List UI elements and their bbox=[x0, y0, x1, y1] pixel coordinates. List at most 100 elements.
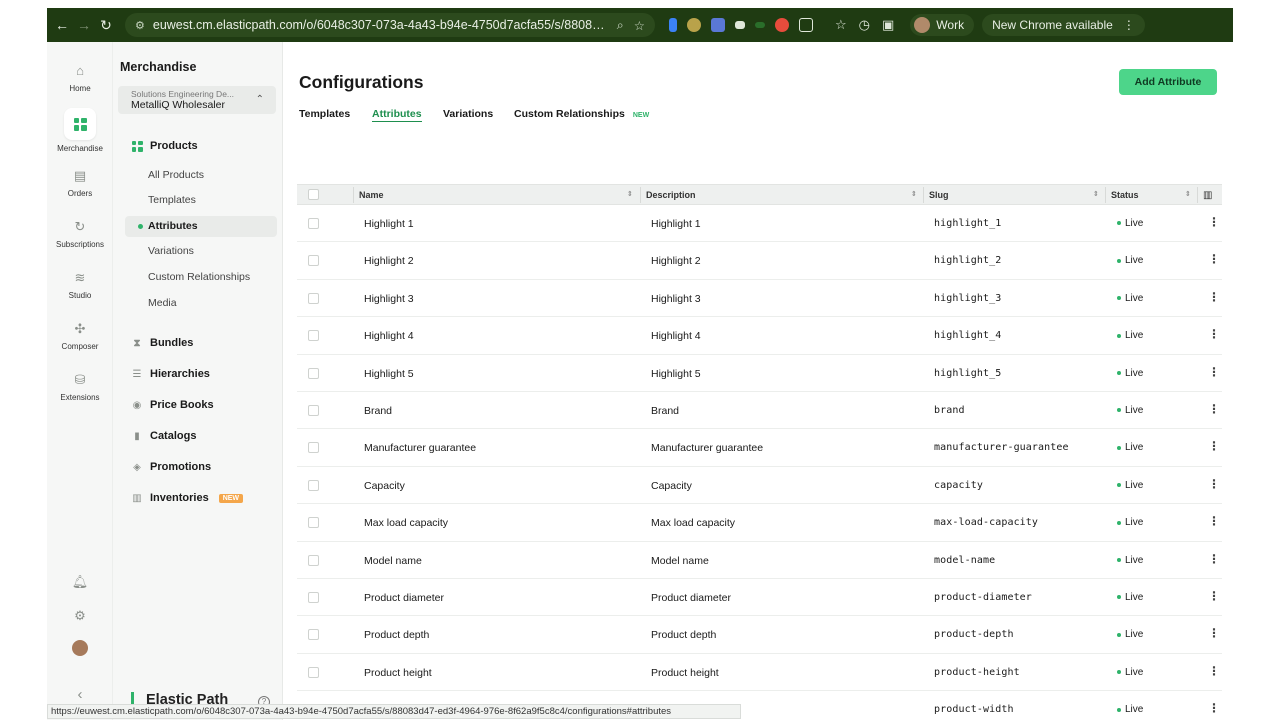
bookmarks-icon[interactable]: ☆ bbox=[835, 17, 847, 33]
row-checkbox[interactable] bbox=[308, 405, 319, 416]
table-row[interactable]: Highlight 4 Highlight 4 highlight_4 Live ⋮ bbox=[297, 317, 1222, 355]
table-row[interactable]: Max load capacity Max load capacity max-lo… bbox=[297, 504, 1222, 542]
column-settings-icon[interactable]: ▥ bbox=[1203, 190, 1212, 201]
extension-pin-icon[interactable] bbox=[669, 18, 677, 32]
extensions-puzzle-icon[interactable] bbox=[799, 18, 813, 32]
forward-icon[interactable]: → bbox=[73, 17, 95, 33]
cell-name[interactable]: Highlight 4 bbox=[364, 330, 414, 342]
extension-green-icon[interactable] bbox=[755, 22, 765, 28]
row-checkbox[interactable] bbox=[308, 479, 319, 491]
address-bar[interactable]: ⚙ euwest.cm.elasticpath.com/o/6048c307-0… bbox=[125, 13, 655, 37]
cell-name[interactable]: Highlight 2 bbox=[364, 255, 414, 267]
sidebar-item-catalogs[interactable]: ▮ Catalogs bbox=[131, 430, 196, 442]
extension-cloud-icon[interactable] bbox=[735, 21, 745, 29]
bookmark-star-icon[interactable]: ☆ bbox=[634, 18, 645, 33]
sidebar-item-price-books[interactable]: ◉ Price Books bbox=[131, 399, 214, 411]
column-header-slug[interactable]: Slug bbox=[929, 190, 949, 200]
extension-chrome-icon[interactable] bbox=[775, 18, 789, 32]
cell-name[interactable]: Product depth bbox=[364, 629, 429, 641]
sort-icon[interactable]: ⇕ bbox=[627, 190, 633, 198]
row-menu-icon[interactable]: ⋮ bbox=[1208, 701, 1220, 715]
row-checkbox[interactable] bbox=[308, 292, 319, 304]
row-menu-icon[interactable]: ⋮ bbox=[1208, 290, 1220, 304]
organization-selector[interactable]: Solutions Engineering De... MetalliQ Who… bbox=[118, 86, 276, 114]
row-menu-icon[interactable]: ⋮ bbox=[1208, 514, 1220, 528]
rail-item-home[interactable]: ⌂ Home bbox=[47, 62, 113, 93]
row-checkbox[interactable] bbox=[308, 666, 319, 678]
tab-attributes[interactable]: Attributes bbox=[372, 108, 422, 122]
table-row[interactable]: Product diameter Product diameter product-… bbox=[297, 579, 1222, 617]
tab-variations[interactable]: Variations bbox=[443, 108, 493, 120]
row-checkbox[interactable] bbox=[308, 255, 319, 267]
row-menu-icon[interactable]: ⋮ bbox=[1208, 402, 1220, 416]
row-menu-icon[interactable]: ⋮ bbox=[1208, 439, 1220, 453]
rail-item-composer[interactable]: ✣ Composer bbox=[47, 320, 113, 351]
row-checkbox[interactable] bbox=[308, 442, 319, 454]
cell-name[interactable]: Manufacturer guarantee bbox=[364, 442, 476, 454]
table-row[interactable]: Product depth Product depth product-depth L… bbox=[297, 616, 1222, 654]
sidebar-item-bundles[interactable]: ⧗ Bundles bbox=[131, 337, 193, 349]
add-attribute-button[interactable]: Add Attribute bbox=[1119, 69, 1217, 95]
row-menu-icon[interactable]: ⋮ bbox=[1208, 589, 1220, 603]
back-icon[interactable]: ← bbox=[51, 17, 73, 33]
extension-circle-icon[interactable] bbox=[687, 18, 701, 32]
history-icon[interactable]: ◷ bbox=[859, 17, 870, 33]
sidebar-item-variations[interactable]: Variations bbox=[148, 245, 194, 257]
menu-dots-icon[interactable]: ⋮ bbox=[1123, 18, 1135, 32]
row-menu-icon[interactable]: ⋮ bbox=[1208, 477, 1220, 491]
tab-templates[interactable]: Templates bbox=[299, 108, 350, 120]
tab-search-icon[interactable]: ▣ bbox=[882, 17, 894, 33]
tab-custom-relationships[interactable]: Custom Relationships NEW bbox=[514, 108, 649, 120]
row-menu-icon[interactable]: ⋮ bbox=[1208, 252, 1220, 266]
cell-name[interactable]: Product height bbox=[364, 667, 432, 679]
sidebar-item-attributes[interactable]: Attributes bbox=[148, 220, 198, 232]
user-avatar[interactable] bbox=[47, 640, 113, 659]
cell-name[interactable]: Highlight 5 bbox=[364, 368, 414, 380]
update-button[interactable]: New Chrome available ⋮ bbox=[982, 14, 1145, 36]
select-all-checkbox[interactable] bbox=[308, 189, 319, 200]
row-checkbox[interactable] bbox=[308, 554, 319, 566]
rail-item-studio[interactable]: ≋ Studio bbox=[47, 269, 113, 300]
row-menu-icon[interactable]: ⋮ bbox=[1208, 327, 1220, 341]
rail-item-extensions[interactable]: ⛁ Extensions bbox=[47, 371, 113, 402]
row-checkbox[interactable] bbox=[308, 629, 319, 641]
row-menu-icon[interactable]: ⋮ bbox=[1208, 365, 1220, 379]
row-menu-icon[interactable]: ⋮ bbox=[1208, 626, 1220, 640]
sort-icon[interactable]: ⇕ bbox=[911, 190, 917, 198]
row-checkbox[interactable] bbox=[308, 367, 319, 379]
column-header-name[interactable]: Name bbox=[359, 190, 384, 200]
table-row[interactable]: Model name Model name model-name Live ⋮ bbox=[297, 542, 1222, 579]
table-row[interactable]: Capacity Capacity capacity Live ⋮ bbox=[297, 467, 1222, 505]
profile-button[interactable]: Work bbox=[910, 14, 975, 36]
sidebar-item-hierarchies[interactable]: ☰ Hierarchies bbox=[131, 368, 210, 380]
settings-gear-icon[interactable]: ⚙ bbox=[47, 608, 113, 624]
zoom-icon[interactable]: ⌕ bbox=[617, 18, 624, 33]
cell-name[interactable]: Model name bbox=[364, 555, 422, 567]
row-menu-icon[interactable]: ⋮ bbox=[1208, 664, 1220, 678]
sidebar-item-custom-relationships[interactable]: Custom Relationships bbox=[148, 271, 250, 283]
sidebar-item-templates[interactable]: Templates bbox=[148, 194, 196, 206]
sidebar-item-inventories[interactable]: ▥ Inventories NEW bbox=[131, 492, 244, 504]
row-checkbox[interactable] bbox=[308, 218, 319, 229]
sort-icon[interactable]: ⇕ bbox=[1185, 190, 1191, 198]
reload-icon[interactable]: ↻ bbox=[95, 17, 117, 34]
cell-name[interactable]: Capacity bbox=[364, 480, 405, 492]
column-header-status[interactable]: Status bbox=[1111, 190, 1139, 200]
table-row[interactable]: Highlight 3 Highlight 3 highlight_3 Live ⋮ bbox=[297, 280, 1222, 318]
row-checkbox[interactable] bbox=[308, 330, 319, 342]
site-settings-icon[interactable]: ⚙ bbox=[135, 19, 145, 32]
rail-item-subscriptions[interactable]: ↻ Subscriptions bbox=[47, 218, 113, 249]
notifications-icon[interactable]: 🔔︎ bbox=[47, 574, 113, 590]
rail-item-merchandise[interactable]: Merchandise bbox=[47, 108, 113, 153]
sidebar-item-media[interactable]: Media bbox=[148, 297, 177, 309]
column-header-description[interactable]: Description bbox=[646, 190, 696, 200]
row-menu-icon[interactable]: ⋮ bbox=[1208, 215, 1220, 229]
sidebar-item-all-products[interactable]: All Products bbox=[148, 169, 204, 181]
row-checkbox[interactable] bbox=[308, 592, 319, 603]
sidebar-item-promotions[interactable]: ◈ Promotions bbox=[131, 461, 211, 473]
table-row[interactable]: Brand Brand brand Live ⋮ bbox=[297, 392, 1222, 430]
rail-item-orders[interactable]: ▤ Orders bbox=[47, 167, 113, 198]
cell-name[interactable]: Product diameter bbox=[364, 592, 444, 604]
table-row[interactable]: Highlight 5 Highlight 5 highlight_5 Live ⋮ bbox=[297, 355, 1222, 392]
extension-doc-icon[interactable] bbox=[711, 18, 725, 32]
